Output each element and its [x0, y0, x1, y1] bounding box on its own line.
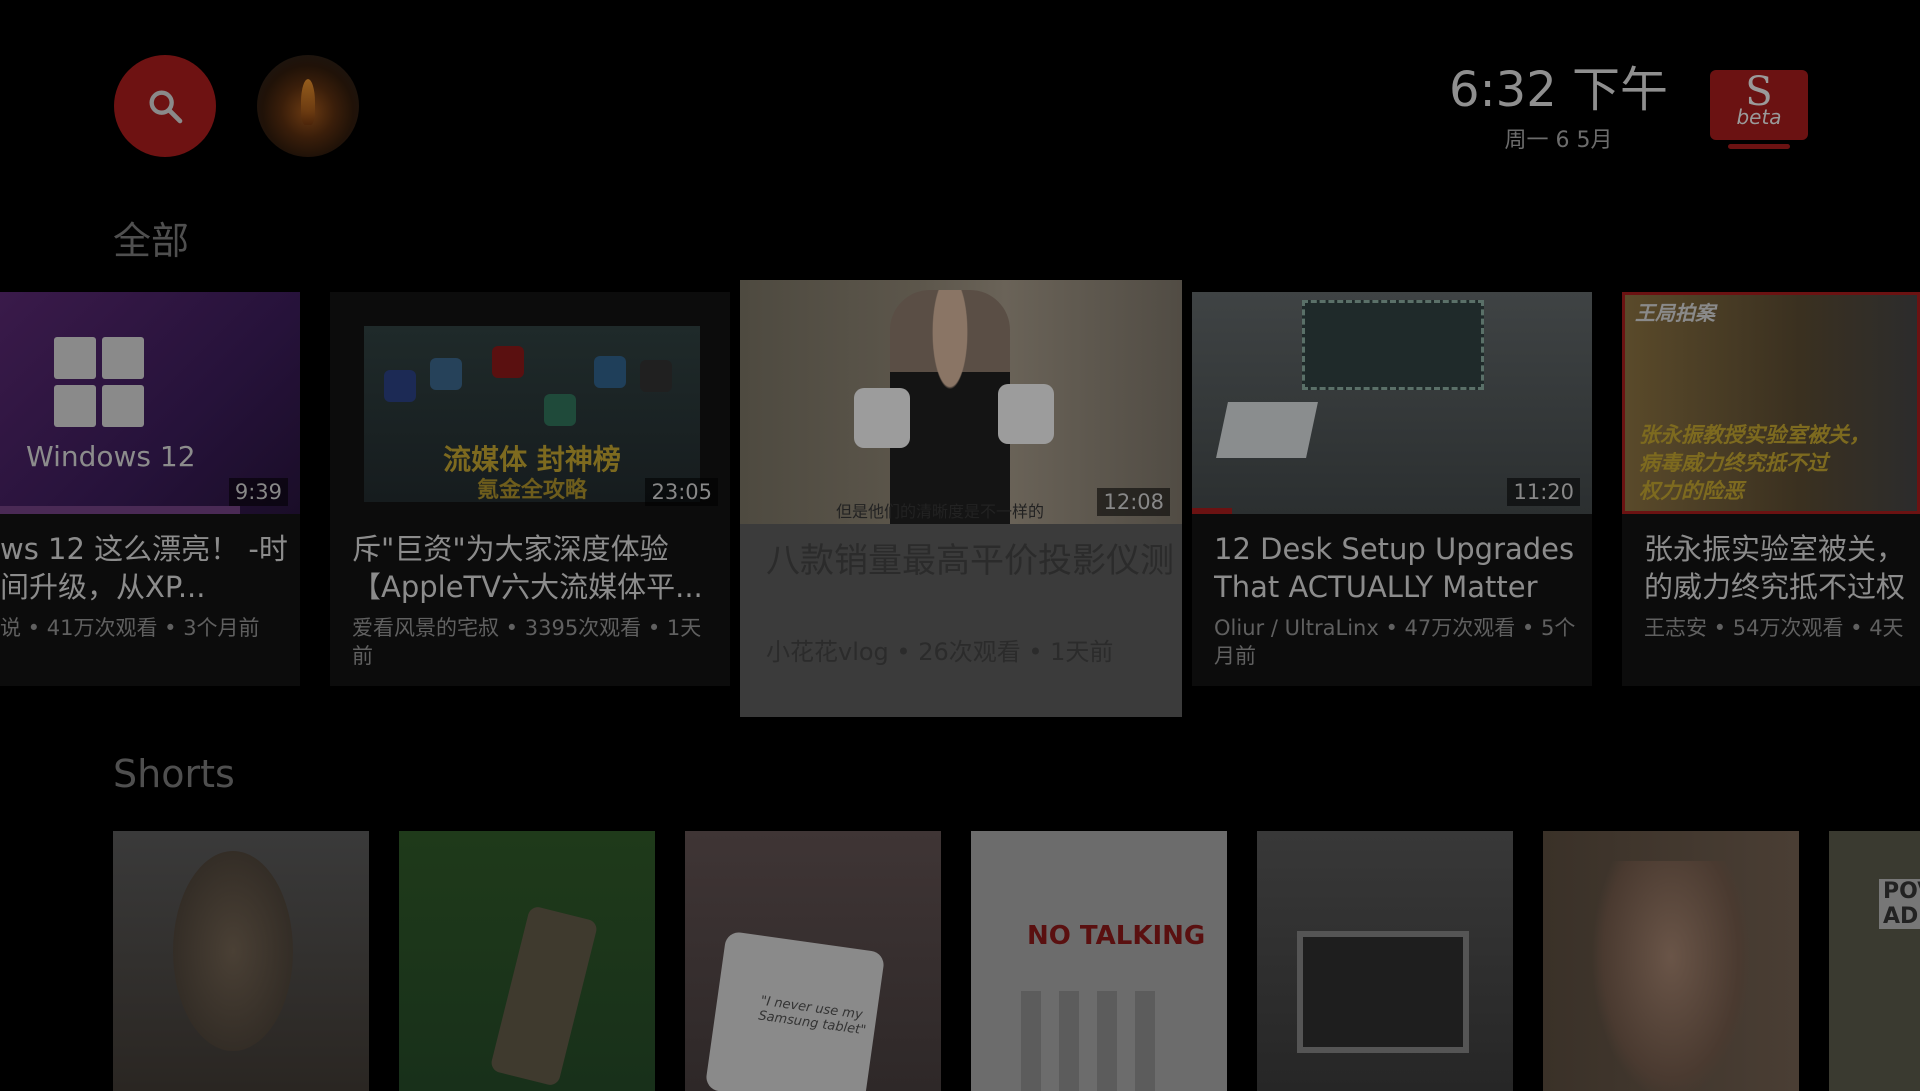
video-duration: 23:05	[645, 478, 718, 506]
video-thumbnail: 王局拍案 张永振教授实验室被关， 病毒威力终究抵不过 权力的险恶	[1622, 292, 1920, 514]
short-card[interactable]	[1543, 831, 1799, 1091]
thumbnail-headline: 张永振教授实验室被关， 病毒威力终究抵不过 权力的险恶	[1639, 423, 1870, 503]
video-meta: 说 • 41万次观看 • 3个月前	[0, 616, 260, 640]
video-card-focused[interactable]: 但是他们的清晰度是不一样的 12:08 八款销量最高平价投影仪测 小花花vlog…	[740, 280, 1182, 717]
clock-time: 6:32 下午	[1448, 62, 1668, 118]
logo-beta-badge: beta	[1736, 105, 1782, 129]
windows-logo-icon	[54, 337, 144, 427]
thumbnail-text: Windows 12	[26, 440, 196, 473]
search-icon	[149, 90, 183, 124]
video-thumbnail: 但是他们的清晰度是不一样的 12:08	[740, 280, 1182, 524]
short-card[interactable]: POV AD	[1829, 831, 1920, 1091]
video-thumbnail: 11:20	[1192, 292, 1592, 514]
short-thumbnail-text: POV AD	[1879, 879, 1920, 929]
video-meta: 小花花vlog • 26次观看 • 1天前	[766, 638, 1114, 666]
app-logo-button[interactable]: S beta	[1710, 70, 1808, 149]
short-thumbnail-text: NO TALKING	[1027, 921, 1206, 951]
video-title: 八款销量最高平价投影仪测	[766, 542, 1172, 581]
video-title: ws 12 这么漂亮！ -时间升级，从XP...	[0, 532, 288, 604]
thumbnail-caption: 但是他们的清晰度是不一样的	[836, 502, 1045, 521]
short-card[interactable]	[399, 831, 655, 1091]
short-card[interactable]: NO TALKING	[971, 831, 1227, 1091]
video-meta: 爱看风景的宅叔 • 3395次观看 • 1天前	[352, 616, 702, 668]
section-title-shorts: Shorts	[113, 752, 235, 796]
video-title: 12 Desk Setup Upgrades That ACTUALLY Mat…	[1214, 532, 1575, 604]
video-duration: 12:08	[1097, 488, 1170, 516]
thumbnail-tag: 王局拍案	[1635, 301, 1715, 325]
watch-progress-bar	[1192, 508, 1232, 514]
video-card[interactable]: Windows 12 9:39 ws 12 这么漂亮！ -时间升级，从XP...…	[0, 292, 300, 686]
short-card[interactable]	[1257, 831, 1513, 1091]
account-avatar[interactable]	[257, 55, 359, 157]
watch-progress-bar	[0, 506, 240, 514]
video-card[interactable]: 流媒体 封神榜 氪金全攻略 23:05 斥"巨资"为大家深度体验 【AppleT…	[330, 292, 730, 686]
video-meta: 王志安 • 54万次观看 • 4天	[1644, 616, 1904, 640]
video-card[interactable]: 王局拍案 张永振教授实验室被关， 病毒威力终究抵不过 权力的险恶 张永振实验室被…	[1622, 292, 1920, 686]
video-meta: Oliur / UltraLinx • 47万次观看 • 5个月前	[1214, 616, 1576, 668]
video-thumbnail: 流媒体 封神榜 氪金全攻略 23:05	[330, 292, 730, 514]
video-duration: 9:39	[228, 478, 288, 506]
video-duration: 11:20	[1507, 478, 1580, 506]
video-title: 张永振实验室被关， 的威力终究抵不过权	[1644, 532, 1906, 604]
short-card[interactable]: "I never use my Samsung tablet"	[685, 831, 941, 1091]
clock: 6:32 下午 周一 6 5月	[1449, 62, 1668, 154]
search-button[interactable]	[114, 55, 216, 157]
video-card[interactable]: 11:20 12 Desk Setup Upgrades That ACTUAL…	[1192, 292, 1592, 686]
section-title-all: 全部	[113, 219, 190, 263]
video-title: 斥"巨资"为大家深度体验 【AppleTV六大流媒体平...	[352, 532, 703, 604]
video-thumbnail: Windows 12 9:39	[0, 292, 300, 514]
short-card[interactable]	[113, 831, 369, 1091]
clock-date: 周一 6 5月	[1504, 128, 1613, 153]
